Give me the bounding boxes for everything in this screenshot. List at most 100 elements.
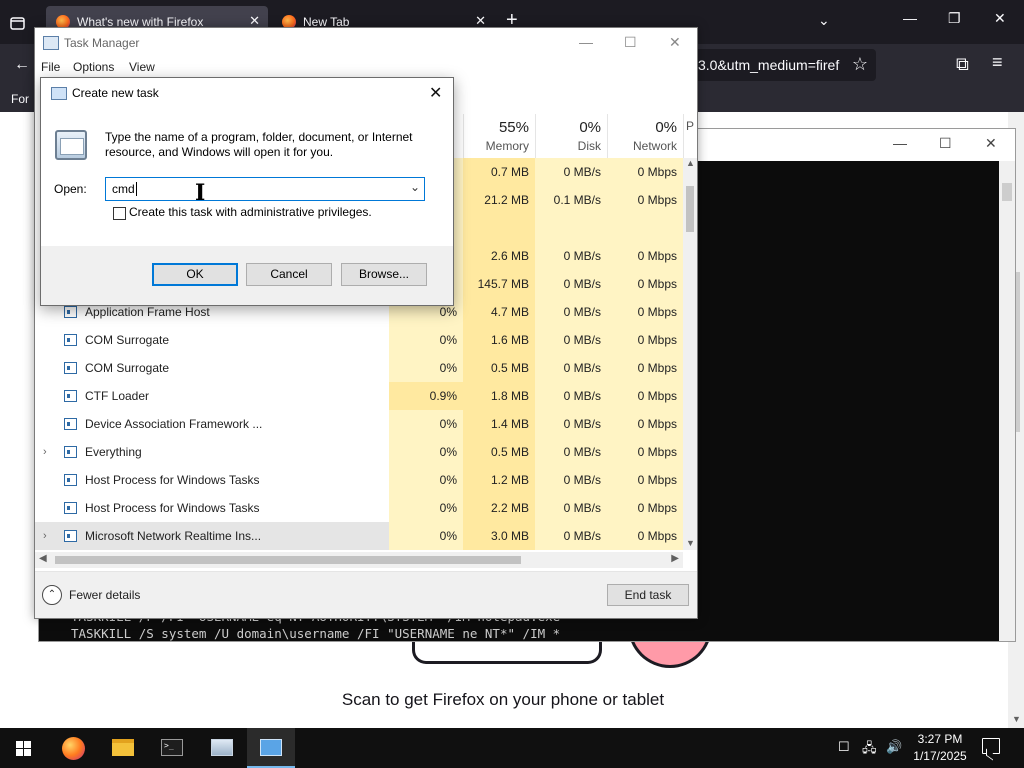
taskbar-task-manager[interactable] [247,728,295,768]
menu-file[interactable]: File [41,60,60,74]
url-bar[interactable]: 3.0&utm_medium=firef ☆ [690,49,876,81]
tab-list-icon[interactable] [4,10,30,36]
disk-label: Disk [577,139,601,153]
text-caret [136,182,137,196]
tray-app-icon[interactable]: ☐ [838,739,850,755]
memory-label: Memory [485,139,529,153]
chevron-down-icon[interactable]: ⌄ [410,180,420,194]
expand-chevron-icon[interactable]: › [43,522,47,550]
cancel-button[interactable]: Cancel [246,263,332,286]
memory-cell: 3.0 MB [463,522,535,550]
maximize-icon[interactable]: ☐ [939,135,952,152]
process-list-scrollbar[interactable]: ▲ ▼ [683,158,697,550]
process-name: Host Process for Windows Tasks [85,473,260,487]
file-explorer-icon [112,739,134,756]
scroll-down-icon[interactable]: ▼ [686,538,695,548]
column-header-network[interactable]: 0% Network [607,114,683,158]
open-input-value: cmd [112,182,135,196]
table-row[interactable]: Host Process for Windows Tasks 0% 2.2 MB 0 … [35,494,683,522]
taskbar-firefox[interactable] [50,728,98,768]
memory-cell: 0.5 MB [463,438,535,466]
close-icon[interactable]: ✕ [669,34,681,51]
table-row[interactable]: CTF Loader 0.9% 1.8 MB 0 MB/s 0 Mbps [35,382,683,410]
disk-cell: 0 MB/s [535,522,607,550]
scroll-left-icon[interactable]: ◀ [39,553,47,564]
volume-icon[interactable]: 🔊 [886,739,902,755]
fewer-details-link[interactable]: Fewer details [69,588,140,602]
horizontal-scrollbar[interactable]: ◀ ▶ [35,552,683,568]
memory-percent: 55% [498,119,529,136]
scrollbar-thumb[interactable] [55,556,521,564]
task-manager-footer: ⌃ Fewer details End task [35,571,697,618]
scroll-right-icon[interactable]: ▶ [671,553,679,564]
cpu-cell: 0% [389,438,463,466]
run-dialog-icon [51,87,67,100]
notifications-icon[interactable] [982,738,1000,754]
restore-icon[interactable]: ❐ [948,10,961,27]
minimize-icon[interactable]: — [579,34,593,50]
expand-chevron-icon[interactable]: › [43,438,47,466]
taskbar-terminal[interactable]: >_ [148,728,196,768]
table-row[interactable]: › Microsoft Network Realtime Ins... 0% 3.0 … [35,522,683,550]
table-row[interactable]: COM Surrogate 0% 0.5 MB 0 MB/s 0 Mbps [35,354,683,382]
process-icon [64,334,77,346]
maximize-icon[interactable]: ☐ [624,34,637,51]
memory-cell [463,214,535,242]
menu-view[interactable]: View [129,60,155,74]
network-cell: 0 Mbps [607,186,683,214]
admin-privileges-checkbox[interactable] [113,207,126,220]
start-button[interactable] [0,728,48,768]
taskbar-file-explorer[interactable] [99,728,147,768]
menu-options[interactable]: Options [73,60,114,74]
console-scrollbar[interactable] [999,161,1015,641]
ok-button[interactable]: OK [152,263,238,286]
column-header-power[interactable]: P [683,114,697,158]
task-manager-titlebar[interactable]: Task Manager — ☐ ✕ [35,28,697,58]
extensions-icon[interactable]: ⧉ [956,54,969,75]
open-label: Open: [54,182,87,196]
open-combobox[interactable]: cmd ⌄ [105,177,425,201]
memory-cell: 1.2 MB [463,466,535,494]
bookmark-star-icon[interactable]: ☆ [852,54,868,75]
menu-bar: File Options View [35,58,697,78]
minimize-icon[interactable]: — [893,135,907,151]
memory-cell: 1.8 MB [463,382,535,410]
memory-cell: 1.4 MB [463,410,535,438]
scroll-down-icon[interactable]: ▼ [1012,714,1021,724]
scrollbar-thumb[interactable] [1002,183,1012,201]
bookmark-item[interactable]: For [11,92,29,106]
dialog-description: Type the name of a program, folder, docu… [105,130,413,159]
scrollbar-thumb[interactable] [686,186,694,232]
process-name: CTF Loader [85,389,150,403]
table-row[interactable]: › Everything 0% 0.5 MB 0 MB/s 0 Mbps [35,438,683,466]
browse-button[interactable]: Browse... [341,263,427,286]
dialog-button-bar: OK Cancel Browse... [41,246,453,305]
hamburger-menu-icon[interactable]: ≡ [992,52,1003,73]
taskbar-run-dialog[interactable] [198,728,246,768]
network-icon[interactable]: 🖧 [862,739,877,761]
scroll-up-icon[interactable]: ▲ [686,158,695,168]
network-cell: 0 Mbps [607,382,683,410]
close-icon[interactable]: ✕ [994,10,1006,27]
network-cell: 0 Mbps [607,438,683,466]
table-row[interactable]: Host Process for Windows Tasks 0% 1.2 MB 0 … [35,466,683,494]
dialog-titlebar[interactable]: Create new task ✕ [41,78,453,108]
close-icon[interactable]: ✕ [985,135,997,152]
chevron-up-icon[interactable]: ⌃ [42,585,62,605]
end-task-button[interactable]: End task [607,584,689,606]
minimize-icon[interactable]: — [903,10,917,26]
close-icon[interactable]: ✕ [429,83,442,103]
admin-privileges-label[interactable]: Create this task with administrative pri… [129,205,372,219]
console-line: TASKKILL /S system /U domain\username /F… [71,626,561,641]
table-row[interactable]: Device Association Framework ... 0% 1.4 MB… [35,410,683,438]
network-cell: 0 Mbps [607,242,683,270]
list-all-tabs-icon[interactable]: ⌄ [818,12,830,29]
column-header-memory[interactable]: 55% Memory [463,114,535,158]
cpu-cell: 0% [389,466,463,494]
clock[interactable]: 3:27 PM 1/17/2025 [908,731,972,765]
table-row[interactable]: COM Surrogate 0% 1.6 MB 0 MB/s 0 Mbps [35,326,683,354]
network-cell: 0 Mbps [607,270,683,298]
process-icon [64,390,77,402]
column-header-disk[interactable]: 0% Disk [535,114,607,158]
back-arrow-icon[interactable]: ← [14,56,30,74]
